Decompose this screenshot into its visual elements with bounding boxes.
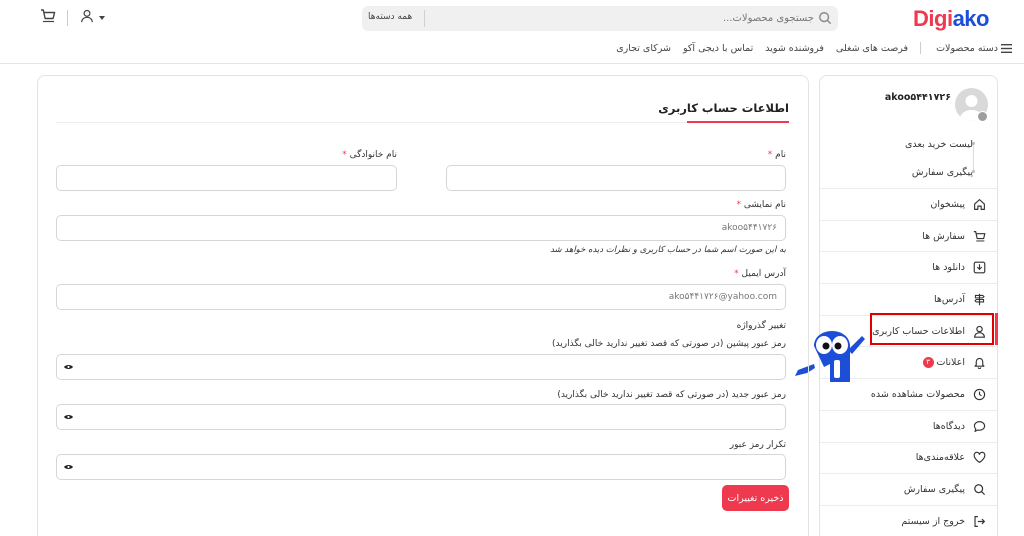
email-field[interactable] [56,284,786,310]
last-name-field[interactable] [56,165,397,191]
title-underline [687,121,789,123]
current-password-label: رمز عبور پیشین (در صورتی که قصد تغییر ند… [552,339,786,349]
nav-item-become-seller[interactable]: فروشنده شوید [753,43,824,54]
confirm-password-label: تکرار رمز عبور [729,440,786,450]
category-select[interactable]: همه دسته‌ها [368,12,412,22]
quick-link-next-shopping-list[interactable]: لیست خرید بعدی [905,136,973,164]
display-name-label: نام نمایشی * [736,200,786,210]
signpost-icon [974,293,985,306]
first-name-field[interactable] [446,165,786,191]
cart-icon[interactable] [40,8,56,24]
search-icon[interactable] [818,11,832,25]
save-changes-button[interactable]: ذخیره تغییرات [722,485,789,511]
sidebar-item-comments[interactable]: دیدگاه‌ها [820,409,997,442]
quick-links: لیست خرید بعدی پیگیری سفارش [905,136,973,192]
email-label: آدرس ایمیل * [734,269,786,279]
display-name-field[interactable] [56,215,786,241]
user-menu[interactable] [78,8,108,26]
sidebar-item-wishlist[interactable]: علاقه‌مندی‌ها [820,441,997,474]
new-password-label: رمز عبور جدید (در صورتی که قصد تغییر ندا… [557,390,786,400]
display-name-hint: به این صورت اسم شما در حساب کاربری و نظر… [550,245,786,255]
eye-icon[interactable] [64,414,73,420]
sidebar-item-orders[interactable]: سفارش ها [820,219,997,252]
password-section-title: تغییر گذرواژه [736,321,786,331]
eye-icon[interactable] [64,464,73,470]
bell-icon [974,358,985,370]
account-sidebar: akoo۵۴۴۱۷۲۶ لیست خرید بعدی پیگیری سفارش … [819,75,998,536]
username: akoo۵۴۴۱۷۲۶ [884,92,951,103]
last-name-label: نام خانوادگی * [342,150,397,160]
sidebar-item-order-tracking[interactable]: پیگیری سفارش [820,473,997,505]
hamburger-icon [1001,43,1012,53]
sidebar-item-downloads[interactable]: دانلود ها [820,251,997,283]
new-password-field[interactable] [56,404,786,430]
search-bar: همه دسته‌ها [362,6,838,31]
search-input[interactable] [434,9,814,28]
cart-icon [973,230,986,241]
sidebar-item-logout[interactable]: خروج از سیستم [820,504,997,536]
home-icon [974,198,985,210]
sidebar-item-addresses[interactable]: آدرس‌ها [820,283,997,315]
nav-item-jobs[interactable]: فرصت های شغلی [824,43,908,54]
heart-icon [973,452,986,464]
user-icon [81,9,93,23]
current-password-field[interactable] [56,354,786,380]
header-separator [67,10,68,26]
eye-icon[interactable] [64,364,73,370]
active-item-indicator [995,313,998,345]
site-header: Digiako همه دسته‌ها دسته محصولات فرصت ها… [0,0,1024,64]
logout-icon [974,515,986,527]
page-title: اطلاعات حساب کاربری [658,101,789,115]
nav-categories[interactable]: دسته محصولات [908,42,1012,54]
notification-count-badge: ۳ [922,357,934,369]
nav-item-partners[interactable]: شرکای تجاری [604,43,671,54]
confirm-password-field[interactable] [56,454,786,480]
sidebar-item-dashboard[interactable]: پیشخوان [820,188,997,220]
download-icon [973,261,986,274]
search-icon [974,484,986,496]
search-divider [424,10,425,27]
account-form-panel: اطلاعات حساب کاربری نام * نام خانوادگی *… [37,75,809,536]
main-nav: دسته محصولات فرصت های شغلی فروشنده شوید … [604,42,1012,54]
title-divider [56,122,789,123]
clock-icon [973,388,986,401]
nav-item-contact[interactable]: تماس با دیجی آکو [671,43,753,54]
comment-icon [973,420,986,432]
caret-down-icon [99,16,105,20]
site-logo[interactable]: Digiako [913,6,989,32]
user-icon [974,325,985,338]
quick-links-line [973,142,974,172]
avatar-edit-badge[interactable] [977,111,988,122]
first-name-label: نام * [767,150,786,160]
